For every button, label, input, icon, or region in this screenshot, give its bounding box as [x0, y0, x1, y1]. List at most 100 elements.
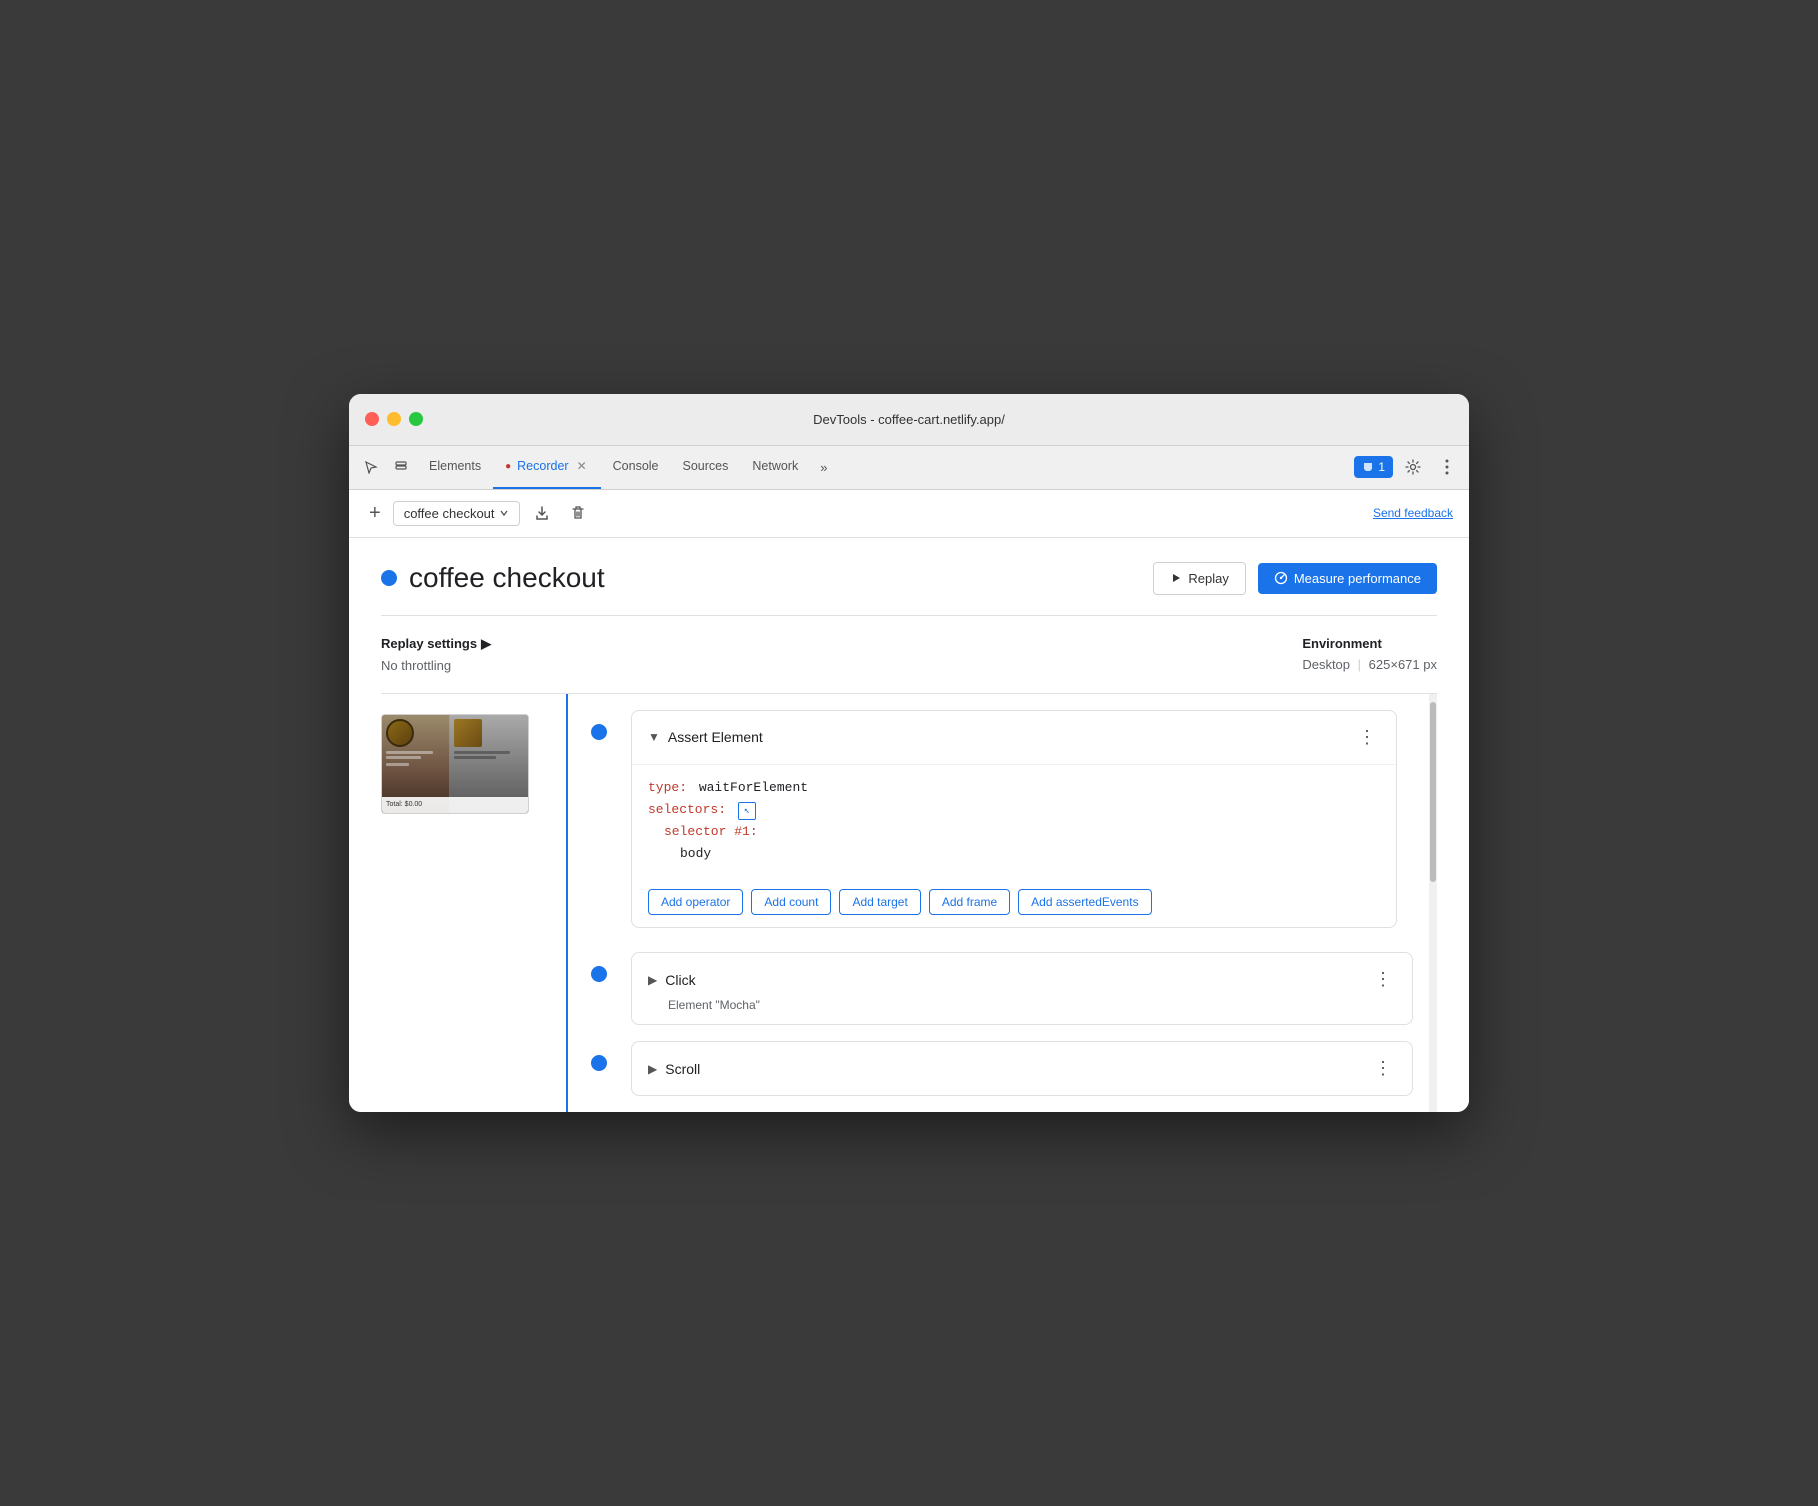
step-2-subtitle: Element "Mocha" — [648, 998, 1396, 1012]
tab-recorder-close[interactable]: ✕ — [575, 459, 589, 473]
tab-network-label: Network — [752, 459, 798, 473]
selector-picker-icon[interactable]: ↖ — [738, 802, 756, 820]
code-selector1-line: selector #1: — [648, 821, 1380, 843]
tab-network[interactable]: Network — [740, 445, 810, 489]
code-selectors-line: selectors: ↖ — [648, 799, 1380, 821]
tab-sources-label: Sources — [683, 459, 729, 473]
tab-recorder-label: Recorder — [517, 459, 568, 473]
window-controls — [365, 412, 423, 426]
add-target-button[interactable]: Add target — [839, 889, 920, 915]
scrollbar-thumb[interactable] — [1430, 702, 1436, 882]
step-2-dot-col — [583, 952, 615, 982]
thumb-line-2 — [386, 756, 421, 759]
step-1-dot-col — [583, 710, 615, 740]
more-tabs-button[interactable]: » — [814, 456, 833, 479]
step-click: ▶ Click ⋮ Element "Mocha" — [583, 952, 1413, 1025]
code-type-line: type: waitForElement — [648, 777, 1380, 799]
recorder-icon: ● — [505, 461, 511, 472]
step-2-header: ▶ Click ⋮ — [648, 965, 1396, 994]
env-device: Desktop — [1302, 657, 1350, 672]
cursor-icon[interactable] — [357, 453, 385, 481]
tab-right-actions: 1 — [1354, 453, 1461, 481]
recording-name: coffee checkout — [404, 506, 495, 521]
step-2-dot — [591, 966, 607, 982]
add-count-button[interactable]: Add count — [751, 889, 831, 915]
code-selector1-key: selector #1: — [664, 824, 758, 839]
measure-icon — [1274, 571, 1288, 585]
tab-elements[interactable]: Elements — [417, 445, 493, 489]
code-selector1-val-line: body — [648, 843, 1380, 865]
thumb-line-1 — [386, 751, 433, 754]
tab-recorder[interactable]: ● Recorder ✕ — [493, 445, 601, 489]
add-frame-button[interactable]: Add frame — [929, 889, 1010, 915]
env-separator: | — [1358, 657, 1361, 672]
step-2-expand-button[interactable]: ▶ — [648, 973, 657, 987]
thumb-rline-1 — [454, 751, 510, 754]
step-1-code: type: waitForElement selectors: ↖ select… — [632, 764, 1396, 877]
environment-value: Desktop | 625×671 px — [1302, 657, 1437, 672]
main-content: coffee checkout Replay Measure performan… — [349, 538, 1469, 1112]
settings-arrow-icon: ▶ — [481, 636, 491, 652]
tab-console[interactable]: Console — [601, 445, 671, 489]
throttling-value: No throttling — [381, 658, 491, 673]
step-2-title-row: ▶ Click — [648, 972, 696, 988]
step-1-collapse-button[interactable]: ▼ — [648, 730, 660, 744]
titlebar: DevTools - coffee-cart.netlify.app/ — [349, 394, 1469, 446]
scrollbar[interactable] — [1429, 694, 1437, 1112]
replay-settings-button[interactable]: Replay settings ▶ — [381, 636, 491, 652]
send-feedback-link[interactable]: Send feedback — [1373, 506, 1453, 520]
recording-status-dot — [381, 570, 397, 586]
thumb-mug-right — [454, 719, 524, 747]
tab-console-label: Console — [613, 459, 659, 473]
step-2-card: ▶ Click ⋮ Element "Mocha" — [631, 952, 1413, 1025]
minimize-button[interactable] — [387, 412, 401, 426]
recording-title-area: coffee checkout — [381, 562, 605, 594]
layers-icon[interactable] — [387, 453, 415, 481]
step-3-title-row: ▶ Scroll — [648, 1061, 700, 1077]
add-operator-button[interactable]: Add operator — [648, 889, 743, 915]
thumb-line-3 — [386, 763, 409, 766]
step-3-expand-button[interactable]: ▶ — [648, 1062, 657, 1076]
tabbar: Elements ● Recorder ✕ Console Sources Ne… — [349, 446, 1469, 490]
step-3-dot — [591, 1055, 607, 1071]
measure-performance-button[interactable]: Measure performance — [1258, 563, 1437, 594]
step-1-header: ▼ Assert Element ⋮ — [632, 711, 1396, 764]
screenshot-thumbnail: Total: $0.00 — [381, 714, 529, 814]
close-button[interactable] — [365, 412, 379, 426]
window-title: DevTools - coffee-cart.netlify.app/ — [813, 412, 1005, 427]
timeline-line — [566, 694, 568, 1112]
step-3-card: ▶ Scroll ⋮ — [631, 1041, 1413, 1096]
recording-dropdown[interactable]: coffee checkout — [393, 501, 520, 526]
step-1-more-button[interactable]: ⋮ — [1354, 723, 1380, 752]
thumb-mug-right-img — [454, 719, 482, 747]
environment-settings: Environment Desktop | 625×671 px — [1302, 636, 1437, 673]
step-1-title: Assert Element — [668, 729, 763, 745]
steps-content: ▼ Assert Element ⋮ type: waitForElement — [583, 694, 1429, 1112]
delete-button[interactable] — [564, 499, 592, 527]
toolbar: + coffee checkout Send feedback — [349, 490, 1469, 538]
step-3-more-button[interactable]: ⋮ — [1370, 1054, 1396, 1083]
add-asserted-events-button[interactable]: Add assertedEvents — [1018, 889, 1151, 915]
chevron-down-icon — [499, 508, 509, 518]
tab-sources[interactable]: Sources — [671, 445, 741, 489]
header-actions: Replay Measure performance — [1153, 562, 1437, 595]
timeline-column — [551, 694, 583, 1112]
replay-button[interactable]: Replay — [1153, 562, 1245, 595]
thumb-mug-icon — [386, 719, 414, 747]
step-2-more-button[interactable]: ⋮ — [1370, 965, 1396, 994]
export-button[interactable] — [528, 499, 556, 527]
replay-label: Replay — [1188, 571, 1228, 586]
recording-title: coffee checkout — [409, 562, 605, 594]
more-options-icon[interactable] — [1433, 453, 1461, 481]
step-1-dot — [591, 724, 607, 740]
thumb-bottom-bar: Total: $0.00 — [382, 797, 528, 813]
step-assert-element: ▼ Assert Element ⋮ type: waitForElement — [583, 710, 1413, 936]
notification-button[interactable]: 1 — [1354, 456, 1393, 478]
settings-icon[interactable] — [1399, 453, 1427, 481]
code-selector1-val: body — [680, 846, 711, 861]
maximize-button[interactable] — [409, 412, 423, 426]
step-2-title: Click — [665, 972, 695, 988]
replay-settings-label: Replay settings — [381, 636, 477, 651]
settings-row: Replay settings ▶ No throttling Environm… — [381, 616, 1437, 694]
add-recording-button[interactable]: + — [365, 498, 385, 529]
